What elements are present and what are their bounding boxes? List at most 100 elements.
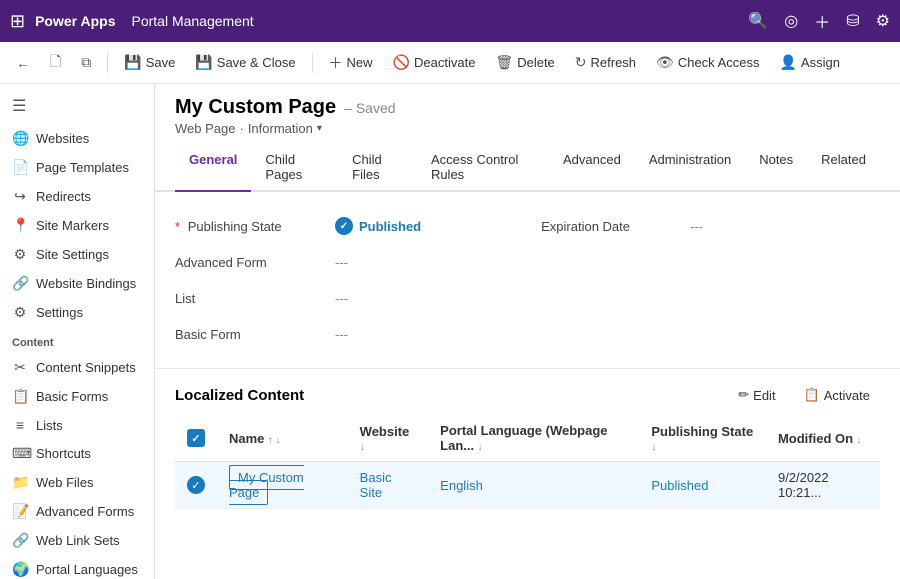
sidebar-label-websites: Websites [36,131,89,146]
window-button[interactable]: ⧉ [73,50,99,75]
add-icon[interactable]: ＋ [814,9,830,33]
sidebar-item-web-files[interactable]: 📁 Web Files [0,468,154,497]
name-sort-icon[interactable]: ↑ ↓ [268,435,281,446]
subtitle-view: Information [248,121,313,136]
advanced-form-row: Advanced Form --- [175,244,880,280]
sidebar-item-websites[interactable]: 🌐 Websites [0,124,154,153]
form-section: * Publishing State ✓ Published Expiratio… [155,192,900,369]
row-name-link[interactable]: My Custom Page [229,470,304,500]
tab-related[interactable]: Related [807,144,880,192]
select-all-col[interactable]: ✓ [175,415,217,462]
publishing-state-text: Publishing State [188,219,282,234]
expiration-group: Expiration Date --- [541,219,703,234]
tab-notes[interactable]: Notes [745,144,807,192]
published-text: Published [359,219,421,234]
grid-icon[interactable]: ⊞ [10,11,25,32]
sidebar-item-shortcuts[interactable]: ⌨ Shortcuts [0,439,154,468]
sidebar-label-redirects: Redirects [36,189,91,204]
page-subtitle: Web Page · Information ▾ [175,121,880,136]
tab-access-control-rules[interactable]: Access Control Rules [417,144,549,192]
assign-button[interactable]: 👤 Assign [771,50,847,75]
back-button[interactable]: ← [8,51,38,75]
sidebar-item-website-bindings[interactable]: 🔗 Website Bindings [0,269,154,298]
subtitle-chevron-icon[interactable]: ▾ [317,123,322,134]
tab-general[interactable]: General [175,144,251,192]
modified-sort-icon[interactable]: ↓ [856,435,861,446]
col-publishing-state-label: Publishing State [651,424,753,439]
col-website[interactable]: Website ↓ [348,415,429,462]
delete-icon: 🗑 [495,54,513,71]
website-sort-icon[interactable]: ↓ [360,442,365,453]
col-website-label: Website [360,424,410,439]
col-language[interactable]: Portal Language (Webpage Lan... ↓ [428,415,639,462]
table-row: ✓ My Custom Page Basic Site English [175,462,880,509]
filter-icon[interactable]: ⛁ [846,11,859,31]
row-name-value: My Custom Page [229,465,304,505]
expiration-date-label: Expiration Date [541,219,630,234]
sidebar-item-page-templates[interactable]: 📄 Page Templates [0,153,154,182]
row-publishing-state-link[interactable]: Published [651,478,708,493]
list-row: List --- [175,280,880,316]
basic-forms-icon: 📋 [12,388,28,405]
tab-child-files[interactable]: Child Files [338,144,417,192]
sidebar-item-settings[interactable]: ⚙ Settings [0,298,154,327]
sidebar-item-portal-languages[interactable]: 🌍 Portal Languages [0,555,154,579]
save-button[interactable]: 💾 Save [116,50,183,75]
activate-button[interactable]: 📋 Activate [794,383,880,407]
row-name-cell: My Custom Page [217,462,348,509]
save-close-button[interactable]: 💾 Save & Close [187,50,303,75]
search-icon[interactable]: 🔍 [748,11,768,31]
sidebar-item-web-link-sets[interactable]: 🔗 Web Link Sets [0,526,154,555]
advanced-forms-icon: 📝 [12,503,28,520]
language-sort-icon[interactable]: ↓ [477,442,482,453]
deactivate-button[interactable]: 🚫 Deactivate [385,50,484,75]
refresh-button[interactable]: ↻ Refresh [567,50,644,75]
delete-button[interactable]: 🗑 Delete [487,50,562,75]
save-icon: 💾 [124,54,141,71]
websites-icon: 🌐 [12,130,28,147]
new-button[interactable]: ＋ New [321,49,381,77]
tab-child-pages[interactable]: Child Pages [251,144,338,192]
sidebar-item-site-markers[interactable]: 📍 Site Markers [0,211,154,240]
check-access-label: Check Access [678,55,760,70]
content-snippets-icon: ✂ [12,359,28,376]
list-value: --- [335,291,348,306]
assign-label: Assign [801,55,840,70]
col-name[interactable]: Name ↑ ↓ [217,415,348,462]
page-icon: 🗋 [50,51,61,75]
localized-actions: ✏ Edit 📋 Activate [728,383,880,407]
publishing-sort-icon[interactable]: ↓ [651,442,656,453]
row-language-link[interactable]: English [440,478,483,493]
check-access-button[interactable]: 👁 Check Access [648,50,767,75]
edit-button[interactable]: ✏ Edit [728,383,785,407]
sidebar-item-site-settings[interactable]: ⚙ Site Settings [0,240,154,269]
copilot-icon[interactable]: ◎ [784,11,798,31]
subtitle-type: Web Page [175,121,235,136]
page-templates-icon: 📄 [12,159,28,176]
sidebar-item-redirects[interactable]: ↪ Redirects [0,182,154,211]
row-checkbox[interactable]: ✓ [187,476,205,494]
page-view-button[interactable]: 🗋 [42,47,69,79]
tab-administration[interactable]: Administration [635,144,745,192]
sidebar-item-basic-forms[interactable]: 📋 Basic Forms [0,382,154,411]
activate-icon: 📋 [804,387,820,403]
page-title: My Custom Page [175,96,336,119]
sidebar-item-content-snippets[interactable]: ✂ Content Snippets [0,353,154,382]
sidebar-label-site-settings: Site Settings [36,247,109,262]
window-icon: ⧉ [81,54,91,71]
col-modified-on[interactable]: Modified On ↓ [766,415,880,462]
redirects-icon: ↪ [12,188,28,205]
select-all-checkbox[interactable]: ✓ [187,429,205,447]
sidebar-item-lists[interactable]: ≡ Lists [0,411,154,439]
content-area: My Custom Page – Saved Web Page · Inform… [155,84,900,579]
sidebar-item-advanced-forms[interactable]: 📝 Advanced Forms [0,497,154,526]
toolbar: ← 🗋 ⧉ 💾 Save 💾 Save & Close ＋ New 🚫 Deac… [0,42,900,84]
tab-advanced[interactable]: Advanced [549,144,635,192]
col-publishing-state[interactable]: Publishing State ↓ [639,415,766,462]
settings-icon[interactable]: ⚙ [876,11,890,31]
basic-form-label: Basic Form [175,327,335,342]
new-label: New [347,55,373,70]
sidebar-toggle[interactable]: ☰ [0,88,154,124]
row-website-link[interactable]: Basic Site [360,470,392,500]
row-checkbox-cell[interactable]: ✓ [175,462,217,509]
